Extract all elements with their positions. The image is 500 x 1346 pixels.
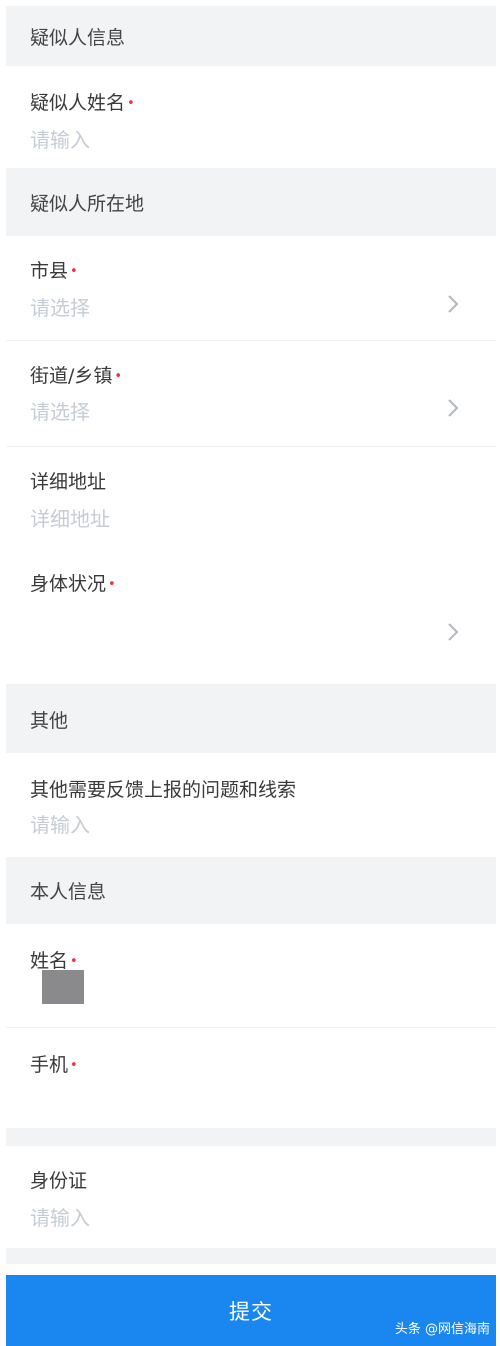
report-form: 疑似人信息 疑似人姓名 • 请输入 疑似人所在地 市县 • 请选择 街道/乡镇 • 请… (6, 6, 496, 1264)
city-county-value: 请选择 (30, 296, 90, 320)
required-mark: • (108, 577, 116, 592)
section-header-other: 其他 (6, 685, 496, 753)
section-header-suspect-info: 疑似人信息 (6, 6, 496, 66)
submit-button-label: 提交 (229, 1299, 273, 1324)
watermark: 头条 @网信海南 (394, 1322, 490, 1337)
section-title: 本人信息 (30, 881, 107, 903)
field-label: 姓名 • (30, 950, 78, 972)
phone-field[interactable]: 手机 • (6, 1028, 496, 1128)
suspect-name-input[interactable]: 请输入 (30, 124, 90, 153)
required-mark: • (127, 96, 135, 111)
section-title: 其他 (30, 709, 69, 732)
field-divider (6, 1128, 496, 1146)
address-input[interactable]: 详细地址 (30, 503, 110, 532)
id-card-field[interactable]: 身份证 请输入 (6, 1146, 496, 1248)
required-mark: • (70, 954, 78, 969)
chevron-right-icon (448, 399, 459, 417)
id-card-input[interactable]: 请输入 (30, 1202, 90, 1231)
field-label: 身体状况 • (30, 573, 116, 595)
suspect-name-field[interactable]: 疑似人姓名 • 请输入 (6, 66, 496, 168)
field-label: 身份证 (30, 1170, 88, 1192)
health-select[interactable]: 身体状况 • (6, 553, 496, 685)
field-label: 手机 • (30, 1054, 78, 1076)
footer-spacer (6, 1248, 496, 1264)
field-label: 市县 • (30, 260, 78, 282)
field-label: 详细地址 (30, 471, 107, 493)
required-mark: • (114, 369, 123, 384)
field-label: 疑似人姓名 • (30, 92, 135, 114)
street-town-select[interactable]: 街道/乡镇 • 请选择 (6, 341, 496, 447)
report-form-page: 疑似人信息 疑似人姓名 • 请输入 疑似人所在地 市县 • 请选择 街道/乡镇 • 请… (0, 0, 500, 1346)
section-header-self-info: 本人信息 (6, 857, 496, 924)
other-issues-field[interactable]: 其他需要反馈上报的问题和线索 请输入 (6, 753, 496, 857)
name-input-redacted[interactable] (42, 970, 84, 1004)
other-issues-input[interactable]: 请输入 (30, 809, 90, 838)
section-header-suspect-location: 疑似人所在地 (6, 168, 496, 236)
street-town-value: 请选择 (30, 400, 90, 424)
required-mark: • (70, 264, 78, 279)
required-mark: • (70, 1058, 78, 1073)
name-field[interactable]: 姓名 • (6, 924, 496, 1028)
section-title: 疑似人信息 (30, 26, 126, 49)
chevron-right-icon (448, 295, 459, 313)
city-county-select[interactable]: 市县 • 请选择 (6, 236, 496, 341)
section-title: 疑似人所在地 (30, 192, 145, 215)
chevron-right-icon (448, 623, 459, 641)
field-label: 其他需要反馈上报的问题和线索 (30, 779, 297, 801)
field-label: 街道/乡镇 • (30, 365, 123, 387)
address-field[interactable]: 详细地址 详细地址 (6, 447, 496, 553)
